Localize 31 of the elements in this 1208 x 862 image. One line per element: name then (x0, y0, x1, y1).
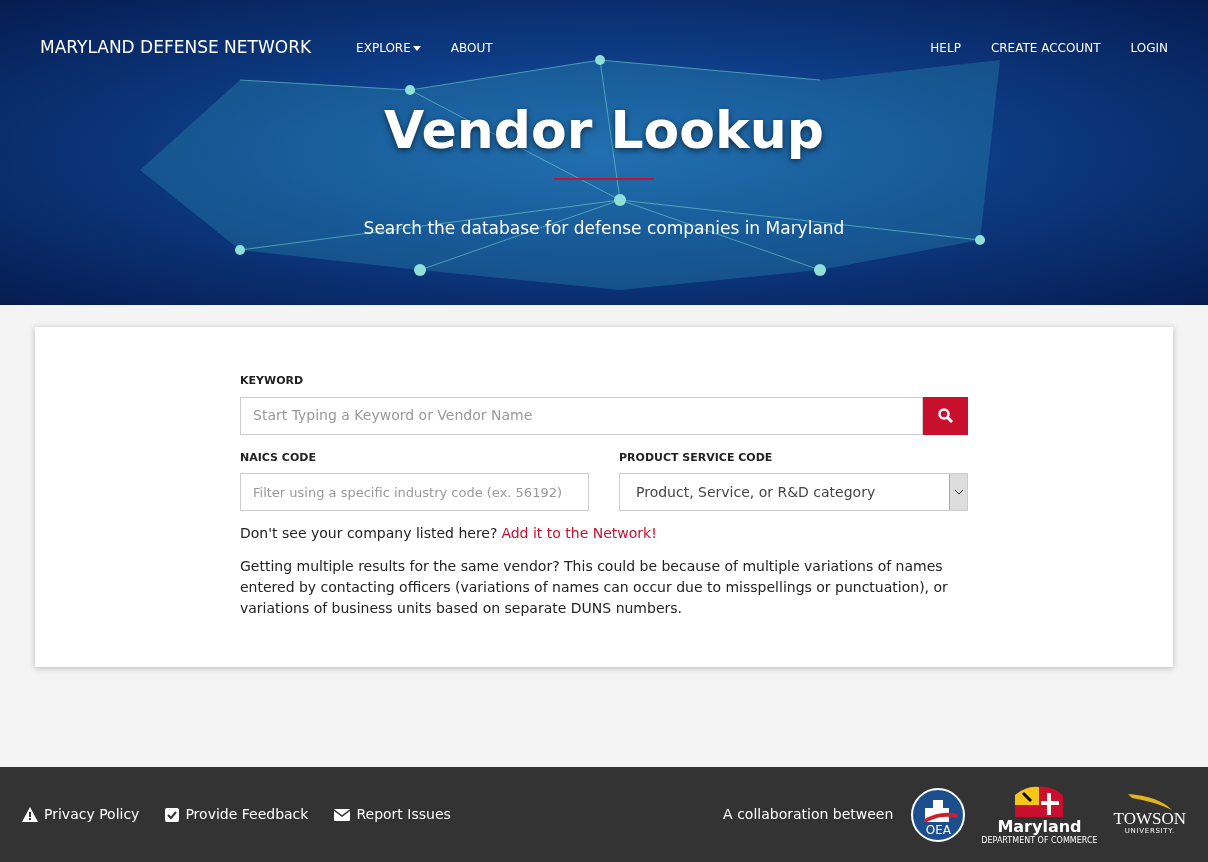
search-icon (938, 408, 953, 423)
footer-link[interactable]: Privacy Policy (22, 804, 140, 825)
field-label: PRODUCT SERVICE CODE (619, 449, 774, 466)
footer-link[interactable]: Provide Feedback (165, 804, 309, 825)
oea-logo: OEA (911, 787, 966, 842)
field-label: KEYWORD (240, 373, 305, 389)
maryland-logo: Maryland DEPARTMENT OF COMMERCE (981, 784, 1098, 845)
nav-link[interactable]: CREATE ACCOUNT (960, 39, 1101, 57)
envelope-icon (334, 808, 351, 821)
nav-link[interactable]: HELP (900, 39, 961, 57)
warning-icon (22, 807, 38, 822)
swoosh-icon (1127, 793, 1172, 810)
duplicate-results-note: Getting multiple results for the same vendor? This could be because of multiple variations of names entered by contacting officers (variations of names can occur due to misspellings or punctuation), or variations of business units based on separate DUNS numbers. (240, 557, 949, 618)
hero-subtitle: Search the database for defense companies in Maryland (362, 217, 846, 240)
site-brand[interactable]: MARYLAND DEFENSE NETWORK (40, 35, 312, 61)
naics-input[interactable]: Filter using a specific industry code (ex. 56192) (240, 473, 589, 511)
nav-link[interactable]: LOGIN (1100, 39, 1168, 57)
checkbox-icon (165, 807, 180, 822)
field-label: NAICS CODE (240, 449, 317, 466)
search-button[interactable] (923, 396, 968, 435)
footer-link[interactable]: Report Issues (334, 804, 451, 825)
collaboration-text: A collaboration between (723, 805, 894, 824)
nav-link[interactable]: EXPLORE (341, 39, 436, 57)
add-company-prompt: Don't see your company listed here? (240, 524, 498, 543)
chevron-down-icon (954, 489, 963, 495)
nav-link[interactable]: ABOUT (435, 39, 508, 57)
keyword-input[interactable]: Start Typing a Keyword or Vendor Name (240, 396, 923, 435)
building-icon (923, 797, 958, 822)
flag-icon (1015, 784, 1064, 817)
add-network-link[interactable]: Add it to the Network! (501, 523, 657, 544)
product-service-select[interactable]: Product, Service, or R&D category (619, 473, 968, 511)
